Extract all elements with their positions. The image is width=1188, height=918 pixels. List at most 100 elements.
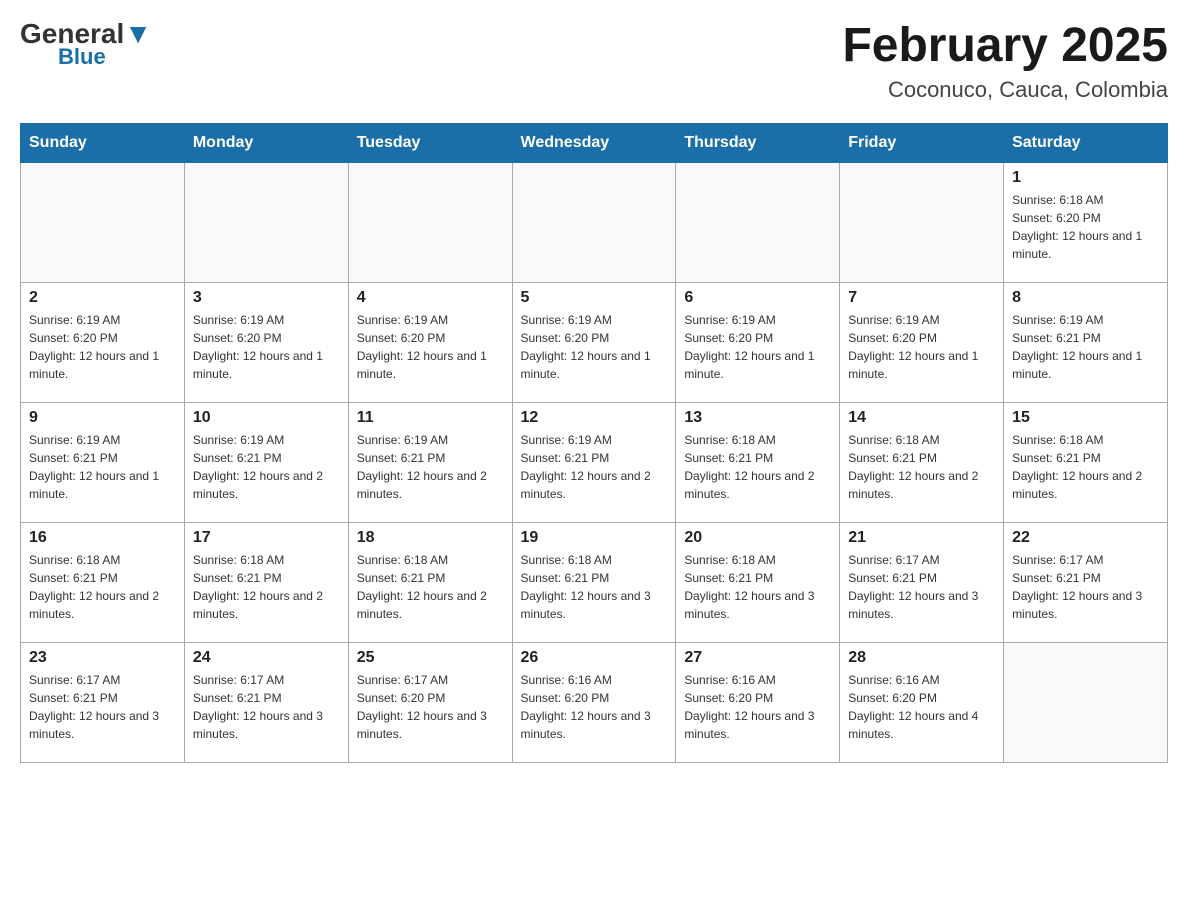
day-info: Sunrise: 6:16 AMSunset: 6:20 PMDaylight:… — [848, 671, 995, 743]
title-block: February 2025 Coconuco, Cauca, Colombia — [842, 20, 1168, 103]
calendar-week-1: 1 Sunrise: 6:18 AMSunset: 6:20 PMDaylight… — [21, 162, 1168, 282]
table-row — [840, 162, 1004, 282]
calendar-week-2: 2 Sunrise: 6:19 AMSunset: 6:20 PMDaylight… — [21, 282, 1168, 402]
day-info: Sunrise: 6:17 AMSunset: 6:21 PMDaylight:… — [29, 671, 176, 743]
table-row: 23 Sunrise: 6:17 AMSunset: 6:21 PMDayligh… — [21, 642, 185, 762]
day-number: 2 — [29, 289, 176, 307]
calendar-week-5: 23 Sunrise: 6:17 AMSunset: 6:21 PMDayligh… — [21, 642, 1168, 762]
table-row: 22Sunrise: 6:17 AMSunset: 6:21 PMDayligh… — [1004, 522, 1168, 642]
day-number: 20 — [684, 529, 831, 547]
table-row — [676, 162, 840, 282]
calendar-header-row: Sunday Monday Tuesday Wednesday Thursday… — [21, 123, 1168, 162]
day-info: Sunrise: 6:18 AMSunset: 6:21 PMDaylight:… — [357, 551, 504, 623]
day-number: 1 — [1012, 169, 1159, 187]
logo: General▼ Blue — [20, 20, 152, 70]
day-info: Sunrise: 6:18 AMSunset: 6:21 PMDaylight:… — [1012, 431, 1159, 503]
day-number: 9 — [29, 409, 176, 427]
day-info: Sunrise: 6:17 AMSunset: 6:20 PMDaylight:… — [357, 671, 504, 743]
logo-blue-text: Blue — [58, 44, 106, 70]
day-info: Sunrise: 6:18 AMSunset: 6:21 PMDaylight:… — [848, 431, 995, 503]
calendar-week-3: 9 Sunrise: 6:19 AMSunset: 6:21 PMDaylight… — [21, 402, 1168, 522]
day-info: Sunrise: 6:19 AMSunset: 6:20 PMDaylight:… — [684, 311, 831, 383]
table-row: 25Sunrise: 6:17 AMSunset: 6:20 PMDayligh… — [348, 642, 512, 762]
day-number: 13 — [684, 409, 831, 427]
table-row: 18Sunrise: 6:18 AMSunset: 6:21 PMDayligh… — [348, 522, 512, 642]
table-row — [184, 162, 348, 282]
month-title: February 2025 — [842, 20, 1168, 73]
day-number: 12 — [521, 409, 668, 427]
table-row — [512, 162, 676, 282]
table-row: 8Sunrise: 6:19 AMSunset: 6:21 PMDaylight… — [1004, 282, 1168, 402]
table-row: 13Sunrise: 6:18 AMSunset: 6:21 PMDayligh… — [676, 402, 840, 522]
day-number: 17 — [193, 529, 340, 547]
table-row — [1004, 642, 1168, 762]
day-number: 26 — [521, 649, 668, 667]
day-info: Sunrise: 6:18 AMSunset: 6:21 PMDaylight:… — [684, 551, 831, 623]
col-saturday: Saturday — [1004, 123, 1168, 162]
day-number: 16 — [29, 529, 176, 547]
table-row: 2Sunrise: 6:19 AMSunset: 6:20 PMDaylight… — [21, 282, 185, 402]
table-row: 15 Sunrise: 6:18 AMSunset: 6:21 PMDayligh… — [1004, 402, 1168, 522]
table-row: 6 Sunrise: 6:19 AMSunset: 6:20 PMDaylight… — [676, 282, 840, 402]
calendar-table: Sunday Monday Tuesday Wednesday Thursday… — [20, 123, 1168, 763]
day-info: Sunrise: 6:17 AMSunset: 6:21 PMDaylight:… — [1012, 551, 1159, 623]
table-row: 10 Sunrise: 6:19 AMSunset: 6:21 PMDayligh… — [184, 402, 348, 522]
day-info: Sunrise: 6:18 AMSunset: 6:21 PMDaylight:… — [521, 551, 668, 623]
day-info: Sunrise: 6:19 AMSunset: 6:21 PMDaylight:… — [1012, 311, 1159, 383]
day-info: Sunrise: 6:19 AMSunset: 6:20 PMDaylight:… — [357, 311, 504, 383]
day-number: 23 — [29, 649, 176, 667]
calendar-week-4: 16 Sunrise: 6:18 AMSunset: 6:21 PMDayligh… — [21, 522, 1168, 642]
page-header: General▼ Blue February 2025 Coconuco, Ca… — [20, 20, 1168, 103]
table-row — [21, 162, 185, 282]
col-monday: Monday — [184, 123, 348, 162]
table-row: 20 Sunrise: 6:18 AMSunset: 6:21 PMDayligh… — [676, 522, 840, 642]
day-number: 15 — [1012, 409, 1159, 427]
day-info: Sunrise: 6:18 AMSunset: 6:21 PMDaylight:… — [29, 551, 176, 623]
location-title: Coconuco, Cauca, Colombia — [842, 77, 1168, 103]
table-row: 27 Sunrise: 6:16 AMSunset: 6:20 PMDayligh… — [676, 642, 840, 762]
day-number: 6 — [684, 289, 831, 307]
day-info: Sunrise: 6:19 AMSunset: 6:21 PMDaylight:… — [521, 431, 668, 503]
table-row: 26 Sunrise: 6:16 AMSunset: 6:20 PMDayligh… — [512, 642, 676, 762]
day-number: 4 — [357, 289, 504, 307]
day-info: Sunrise: 6:19 AMSunset: 6:21 PMDaylight:… — [193, 431, 340, 503]
table-row: 14 Sunrise: 6:18 AMSunset: 6:21 PMDayligh… — [840, 402, 1004, 522]
day-info: Sunrise: 6:17 AMSunset: 6:21 PMDaylight:… — [193, 671, 340, 743]
col-sunday: Sunday — [21, 123, 185, 162]
day-info: Sunrise: 6:17 AMSunset: 6:21 PMDaylight:… — [848, 551, 995, 623]
day-info: Sunrise: 6:18 AMSunset: 6:20 PMDaylight:… — [1012, 191, 1159, 263]
day-number: 10 — [193, 409, 340, 427]
day-number: 19 — [521, 529, 668, 547]
day-number: 11 — [357, 409, 504, 427]
table-row: 16 Sunrise: 6:18 AMSunset: 6:21 PMDayligh… — [21, 522, 185, 642]
day-info: Sunrise: 6:19 AMSunset: 6:21 PMDaylight:… — [29, 431, 176, 503]
table-row: 12 Sunrise: 6:19 AMSunset: 6:21 PMDayligh… — [512, 402, 676, 522]
day-number: 21 — [848, 529, 995, 547]
day-info: Sunrise: 6:16 AMSunset: 6:20 PMDaylight:… — [684, 671, 831, 743]
day-info: Sunrise: 6:19 AMSunset: 6:20 PMDaylight:… — [521, 311, 668, 383]
day-number: 5 — [521, 289, 668, 307]
col-wednesday: Wednesday — [512, 123, 676, 162]
day-number: 3 — [193, 289, 340, 307]
table-row: 24 Sunrise: 6:17 AMSunset: 6:21 PMDayligh… — [184, 642, 348, 762]
table-row: 4 Sunrise: 6:19 AMSunset: 6:20 PMDaylight… — [348, 282, 512, 402]
day-number: 24 — [193, 649, 340, 667]
table-row: 19 Sunrise: 6:18 AMSunset: 6:21 PMDayligh… — [512, 522, 676, 642]
col-tuesday: Tuesday — [348, 123, 512, 162]
table-row: 5 Sunrise: 6:19 AMSunset: 6:20 PMDaylight… — [512, 282, 676, 402]
day-info: Sunrise: 6:16 AMSunset: 6:20 PMDaylight:… — [521, 671, 668, 743]
table-row: 21 Sunrise: 6:17 AMSunset: 6:21 PMDayligh… — [840, 522, 1004, 642]
day-number: 14 — [848, 409, 995, 427]
day-number: 27 — [684, 649, 831, 667]
table-row — [348, 162, 512, 282]
day-number: 7 — [848, 289, 995, 307]
col-friday: Friday — [840, 123, 1004, 162]
day-number: 28 — [848, 649, 995, 667]
day-info: Sunrise: 6:19 AMSunset: 6:20 PMDaylight:… — [848, 311, 995, 383]
table-row: 11 Sunrise: 6:19 AMSunset: 6:21 PMDayligh… — [348, 402, 512, 522]
day-info: Sunrise: 6:19 AMSunset: 6:21 PMDaylight:… — [357, 431, 504, 503]
col-thursday: Thursday — [676, 123, 840, 162]
table-row: 3 Sunrise: 6:19 AMSunset: 6:20 PMDaylight… — [184, 282, 348, 402]
day-info: Sunrise: 6:19 AMSunset: 6:20 PMDaylight:… — [193, 311, 340, 383]
table-row: 28 Sunrise: 6:16 AMSunset: 6:20 PMDayligh… — [840, 642, 1004, 762]
